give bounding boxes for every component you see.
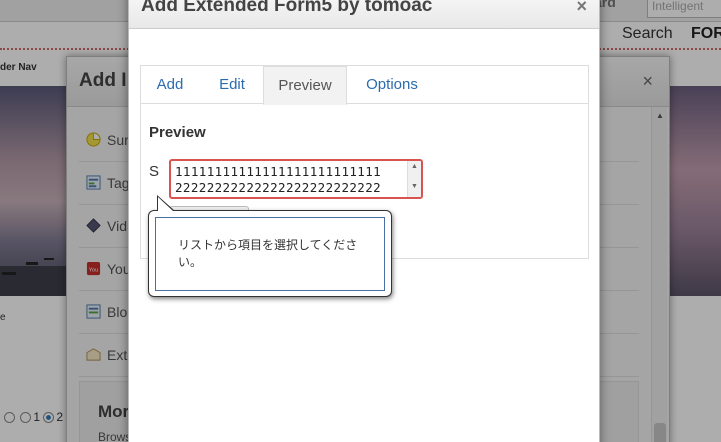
validation-tooltip: リストから項目を選択してください。 bbox=[148, 195, 392, 297]
tooltip-arrow-fill bbox=[158, 197, 173, 211]
scroll-up-icon[interactable]: ▲ bbox=[411, 163, 418, 170]
select-option[interactable]: 11111111111111111111111111 bbox=[175, 164, 381, 179]
tab-edit[interactable]: Edit bbox=[203, 66, 261, 104]
scroll-down-icon[interactable]: ▼ bbox=[411, 183, 418, 190]
tooltip-body: リストから項目を選択してください。 bbox=[155, 217, 385, 291]
dialog-header: Add Extended Form5 by tomoac × bbox=[129, 0, 599, 29]
tab-options[interactable]: Options bbox=[354, 66, 430, 104]
tab-bar: Add Edit Preview Options bbox=[141, 66, 588, 105]
select-option[interactable]: 22222222222222222222222222 bbox=[175, 180, 381, 195]
field-label: S bbox=[149, 163, 160, 180]
preview-heading: Preview bbox=[149, 124, 206, 141]
list-select[interactable]: 11111111111111111111111111 2222222222222… bbox=[169, 159, 423, 199]
select-scrollbar[interactable]: ▲ ▼ bbox=[407, 161, 421, 197]
validation-message: リストから項目を選択してください。 bbox=[178, 238, 358, 269]
close-icon[interactable]: × bbox=[576, 0, 587, 17]
tab-preview[interactable]: Preview bbox=[263, 66, 347, 105]
dialog-title: Add Extended Form5 by tomoac bbox=[141, 0, 433, 16]
tab-add[interactable]: Add bbox=[142, 66, 198, 104]
